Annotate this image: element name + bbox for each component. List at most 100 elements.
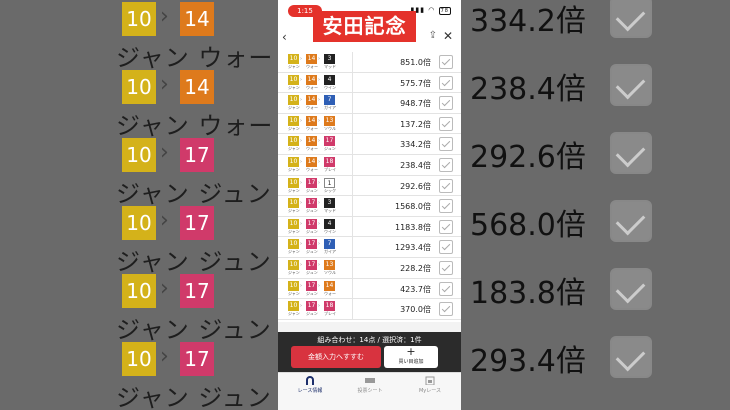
horse-chip: 10 ジャン	[288, 259, 300, 276]
arrow-icon: ›	[300, 76, 302, 83]
horse-chip: 4 ウイン	[324, 218, 336, 235]
horse-number: 14	[306, 156, 317, 167]
background-row: 292.6倍	[450, 132, 730, 187]
select-checkbox[interactable]	[439, 96, 453, 111]
horse-chip: 4 ウイン	[324, 74, 336, 91]
horse-name: ジャン	[288, 269, 300, 275]
tab-race-info[interactable]: レース情報	[280, 376, 340, 394]
horse-name: ウォー	[306, 125, 318, 131]
horse-chip: 10 ジャン	[288, 74, 300, 91]
select-checkbox[interactable]	[439, 260, 453, 275]
battery-icon: 78	[438, 7, 451, 15]
table-row: 10 ジャン › 17 ジュン › 7 ガイア 1293.4倍	[278, 237, 461, 258]
horse-number: 17	[306, 259, 317, 270]
background-horse-number: 10	[122, 138, 156, 172]
horse-name: ジャン	[288, 84, 300, 90]
horse-number: 13	[324, 115, 335, 126]
horse-number: 17	[306, 218, 317, 229]
horse-chip: 10 ジャン	[288, 95, 300, 111]
odds-value: 238.4倍	[400, 160, 431, 170]
horse-chip: 7 ガイア	[324, 95, 336, 111]
column-divider	[352, 196, 353, 216]
horse-name: ジャン	[288, 290, 300, 296]
select-checkbox[interactable]	[439, 75, 453, 90]
background-odds: 293.4倍	[470, 344, 586, 379]
select-checkbox[interactable]	[439, 137, 453, 152]
select-checkbox[interactable]	[439, 55, 453, 69]
horse-chip: 17 ジュン	[306, 259, 318, 276]
horse-name: ウイン	[324, 228, 336, 234]
select-checkbox[interactable]	[439, 219, 453, 234]
select-checkbox[interactable]	[439, 116, 453, 131]
horse-chip: 17 ジュン	[306, 177, 318, 194]
background-row: 10›14ジャン ウォー ブ	[0, 60, 280, 140]
add-bet-button[interactable]: + 買い目追加	[384, 346, 438, 368]
horse-name: ウォー	[306, 64, 318, 69]
background-horse-number: 17	[180, 342, 214, 376]
background-arrow-icon: ›	[160, 4, 169, 29]
horse-number: 10	[288, 239, 299, 250]
arrow-icon: ›	[300, 200, 302, 207]
arrow-icon: ›	[300, 261, 302, 268]
horse-chip: 7 ガイア	[324, 239, 336, 255]
select-checkbox[interactable]	[439, 281, 453, 296]
horse-chip: 17 ジュン	[306, 198, 318, 214]
horse-name: ジャン	[288, 105, 300, 111]
select-checkbox[interactable]	[439, 240, 453, 255]
horse-name: ジャン	[288, 187, 300, 193]
horse-number: 10	[288, 280, 299, 291]
arrow-icon: ›	[318, 179, 320, 186]
odds-value: 228.2倍	[400, 263, 431, 273]
background-arrow-icon: ›	[160, 344, 169, 369]
horse-number: 10	[288, 74, 299, 85]
tab-vote-sheet[interactable]: 投票シート	[340, 376, 400, 394]
horse-number: 18	[324, 301, 335, 312]
status-icons: ▮▮▮ ◠ 78	[410, 6, 451, 15]
background-row: 183.8倍	[450, 268, 730, 323]
horse-number: 10	[288, 115, 299, 126]
column-divider	[352, 299, 353, 319]
select-checkbox[interactable]	[439, 178, 453, 193]
background-checkbox	[610, 132, 652, 174]
background-odds: 292.6倍	[470, 140, 586, 175]
horse-chip: 17 ジュン	[324, 136, 336, 152]
proceed-amount-button[interactable]: 金額入力へすすむ	[291, 346, 381, 368]
horse-number: 14	[306, 136, 317, 147]
add-bet-label: 買い目追加	[398, 359, 424, 365]
tab-my-race[interactable]: Myレース	[400, 376, 460, 394]
horse-name: ジャン	[288, 249, 300, 255]
horse-name: ジュン	[306, 187, 318, 193]
horse-chip: 14 ウォー	[324, 280, 336, 297]
horse-number: 3	[324, 198, 335, 209]
arrow-icon: ›	[318, 76, 320, 83]
background-odds: 238.4倍	[470, 72, 586, 107]
back-icon[interactable]: ‹	[282, 30, 287, 44]
horse-name: ジャン	[288, 166, 300, 172]
select-checkbox[interactable]	[439, 199, 453, 214]
horse-number: 1	[324, 177, 335, 188]
table-row: 10 ジャン › 17 ジュン › 13 ソウル 228.2倍	[278, 257, 461, 279]
horse-number: 10	[288, 301, 299, 312]
horse-number: 10	[288, 136, 299, 147]
table-row: 10 ジャン › 17 ジュン › 3 マッド 1568.0倍	[278, 196, 461, 217]
background-odds: 183.8倍	[470, 276, 586, 311]
share-icon[interactable]: ⇪	[429, 30, 437, 41]
background-horse-names: ジャン ジュン ガ	[116, 384, 280, 410]
select-checkbox[interactable]	[439, 157, 453, 172]
plus-icon: +	[406, 345, 416, 358]
arrow-icon: ›	[300, 158, 302, 165]
odds-value: 948.7倍	[400, 99, 431, 109]
arrow-icon: ›	[318, 158, 320, 165]
arrow-icon: ›	[300, 138, 302, 145]
horse-number: 17	[306, 198, 317, 209]
horse-name: ジャン	[288, 146, 300, 152]
tab-label: Myレース	[418, 388, 442, 394]
close-icon[interactable]: ✕	[443, 29, 453, 43]
horse-number: 3	[324, 54, 335, 64]
horse-name: ジュン	[306, 249, 318, 255]
horse-name: ジュン	[306, 290, 318, 296]
horse-number: 14	[306, 95, 317, 106]
select-checkbox[interactable]	[439, 302, 453, 317]
table-row: 10 ジャン › 14 ウォー › 4 ウイン 575.7倍	[278, 72, 461, 94]
phone-screen: 1:15 ▮▮▮ ◠ 78 ‹ ⇪ ✕ 10 ジャン › 14 ウォー › 3 マッド 851.…	[278, 0, 461, 410]
